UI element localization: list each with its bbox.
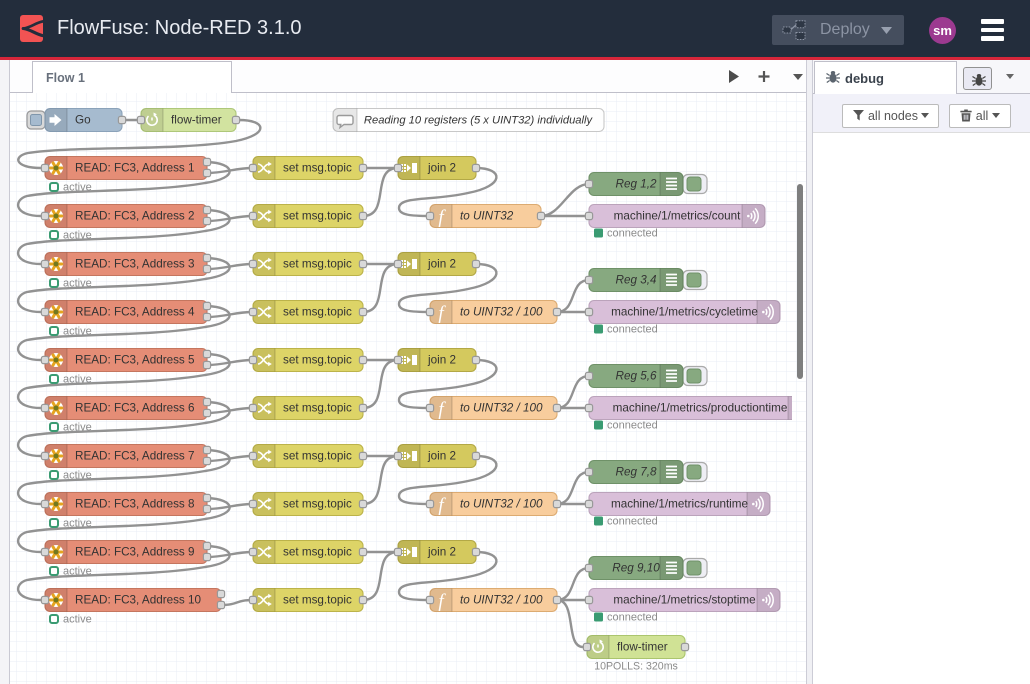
svg-text:to UINT32 / 100: to UINT32 / 100 <box>460 306 543 319</box>
svg-text:Reg 1,2: Reg 1,2 <box>616 178 657 191</box>
svg-text:active: active <box>63 614 92 626</box>
svg-text:Reg 5,6: Reg 5,6 <box>616 370 657 383</box>
svg-text:Reg 3,4: Reg 3,4 <box>616 274 657 287</box>
svg-text:connected: connected <box>607 516 658 528</box>
svg-text:set msg.topic: set msg.topic <box>283 210 352 223</box>
svg-text:join 2: join 2 <box>427 258 456 271</box>
svg-text:active: active <box>63 470 92 482</box>
svg-text:set msg.topic: set msg.topic <box>283 450 352 463</box>
svg-text:READ: FC3, Address 4: READ: FC3, Address 4 <box>75 306 195 319</box>
svg-text:set msg.topic: set msg.topic <box>283 402 352 415</box>
svg-text:READ: FC3, Address 8: READ: FC3, Address 8 <box>75 498 195 511</box>
svg-text:active: active <box>63 566 92 578</box>
svg-text:READ: FC3, Address 6: READ: FC3, Address 6 <box>75 402 195 415</box>
svg-text:active: active <box>63 278 92 290</box>
svg-text:set msg.topic: set msg.topic <box>283 546 352 559</box>
svg-text:connected: connected <box>607 324 658 336</box>
svg-text:machine/1/metrics/runtime: machine/1/metrics/runtime <box>611 498 748 511</box>
svg-text:Reading 10 registers (5 x UINT: Reading 10 registers (5 x UINT32) indivi… <box>364 115 594 127</box>
svg-text:READ: FC3, Address 7: READ: FC3, Address 7 <box>75 450 195 463</box>
svg-text:machine/1/metrics/cycletime: machine/1/metrics/cycletime <box>611 306 758 319</box>
svg-text:machine/1/metrics/productionti: machine/1/metrics/productiontime <box>613 402 788 415</box>
svg-text:to UINT32: to UINT32 <box>460 210 514 223</box>
svg-text:set msg.topic: set msg.topic <box>283 498 352 511</box>
svg-text:set msg.topic: set msg.topic <box>283 258 352 271</box>
svg-text:machine/1/metrics/count: machine/1/metrics/count <box>614 210 741 223</box>
svg-text:join 2: join 2 <box>427 354 456 367</box>
svg-text:READ: FC3, Address 9: READ: FC3, Address 9 <box>75 546 195 559</box>
svg-text:connected: connected <box>607 420 658 432</box>
svg-text:to UINT32 / 100: to UINT32 / 100 <box>460 594 543 607</box>
svg-text:READ: FC3, Address 2: READ: FC3, Address 2 <box>75 210 195 223</box>
svg-text:active: active <box>63 326 92 338</box>
svg-text:READ: FC3, Address 5: READ: FC3, Address 5 <box>75 354 195 367</box>
svg-text:set msg.topic: set msg.topic <box>283 594 352 607</box>
svg-text:active: active <box>63 422 92 434</box>
svg-text:connected: connected <box>607 612 658 624</box>
svg-text:join 2: join 2 <box>427 450 456 463</box>
svg-text:active: active <box>63 518 92 530</box>
svg-text:READ: FC3, Address 10: READ: FC3, Address 10 <box>75 594 202 607</box>
svg-text:set msg.topic: set msg.topic <box>283 306 352 319</box>
svg-text:set msg.topic: set msg.topic <box>283 354 352 367</box>
svg-text:Reg 9,10: Reg 9,10 <box>612 562 660 575</box>
svg-text:10POLLS: 320ms: 10POLLS: 320ms <box>594 661 678 673</box>
svg-text:to UINT32 / 100: to UINT32 / 100 <box>460 498 543 511</box>
svg-text:active: active <box>63 230 92 242</box>
svg-text:Go: Go <box>75 114 91 127</box>
svg-text:set msg.topic: set msg.topic <box>283 162 352 175</box>
svg-text:READ: FC3, Address 3: READ: FC3, Address 3 <box>75 258 195 271</box>
svg-text:flow-timer: flow-timer <box>617 641 668 654</box>
svg-text:active: active <box>63 182 92 194</box>
svg-text:READ: FC3, Address 1: READ: FC3, Address 1 <box>75 162 195 175</box>
svg-text:Reg 7,8: Reg 7,8 <box>616 466 657 479</box>
svg-text:connected: connected <box>607 228 658 240</box>
svg-text:flow-timer: flow-timer <box>171 114 222 127</box>
svg-text:join 2: join 2 <box>427 162 456 175</box>
svg-text:active: active <box>63 374 92 386</box>
svg-text:join 2: join 2 <box>427 546 456 559</box>
svg-text:to UINT32 / 100: to UINT32 / 100 <box>460 402 543 415</box>
svg-text:machine/1/metrics/stoptime: machine/1/metrics/stoptime <box>613 594 755 607</box>
